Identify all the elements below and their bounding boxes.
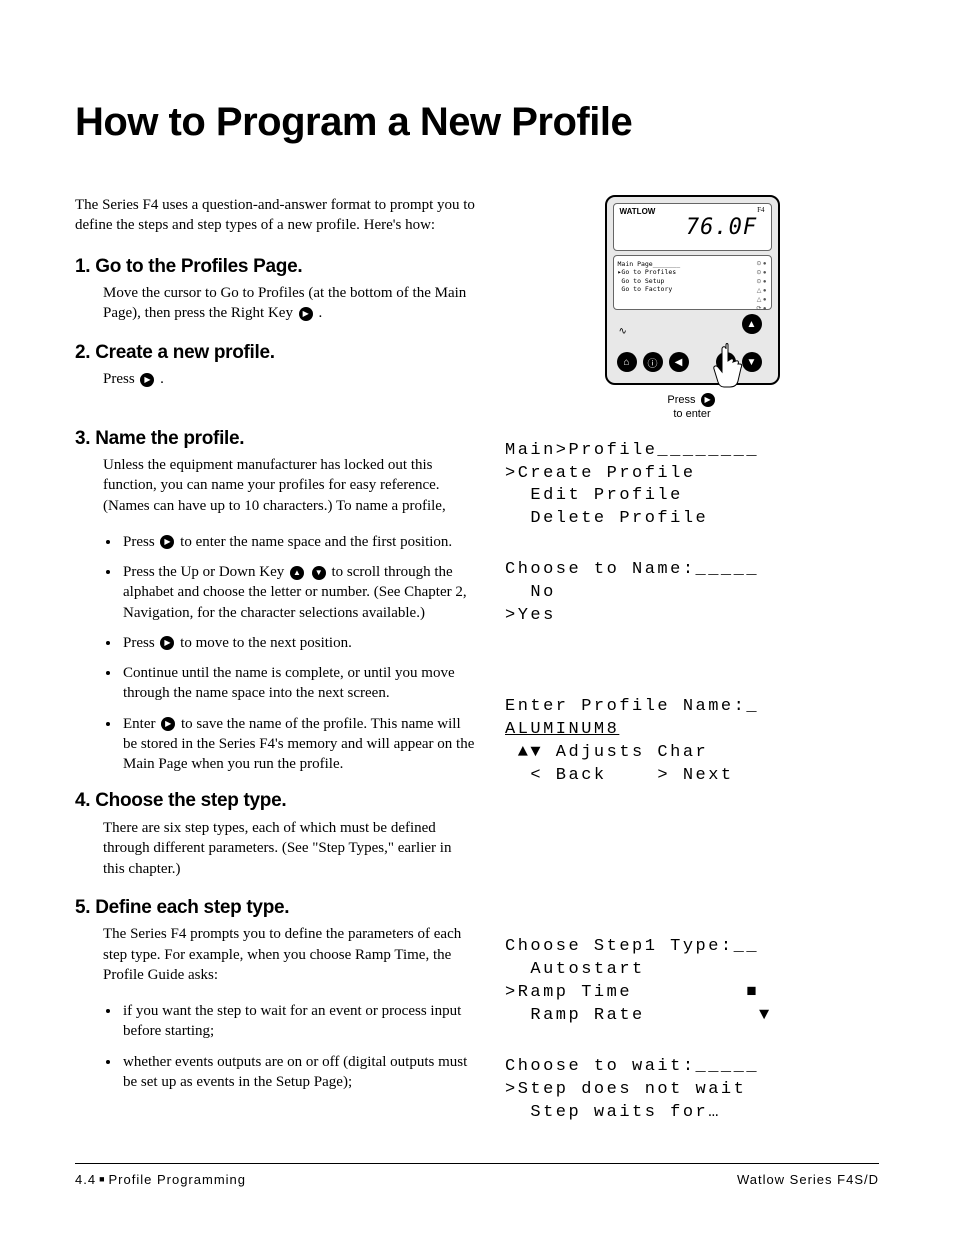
device-brand: WATLOW — [620, 207, 656, 216]
footer-right: Watlow Series F4S/D — [737, 1172, 879, 1187]
lcd-screen-2: Choose to Name:_____ No >Yes — [505, 559, 879, 628]
section-4-body: There are six step types, each of which … — [103, 818, 475, 879]
right-key-icon: ▶ — [701, 393, 715, 407]
section-3-body: Unless the equipment manufacturer has lo… — [103, 455, 475, 516]
section-5-bullets: if you want the step to wait for an even… — [121, 1001, 475, 1092]
device-side-indicators: ⊙ ●⊙ ●⊙ ●△ ●△ ●⟳ ● — [745, 260, 767, 305]
section-2-body: Press ▶ . — [103, 369, 475, 389]
lcd-screen-1: Main>Profile________ >Create Profile Edi… — [505, 440, 879, 532]
down-key-icon: ▼ — [312, 566, 326, 580]
section-3-heading: 3. Name the profile. — [75, 426, 475, 452]
right-column: WATLOW 76.0F F4 Main Page_______ ▸Go to … — [505, 195, 879, 1152]
section-1-heading: 1. Go to the Profiles Page. — [75, 254, 475, 280]
home-button-icon: ⌂ — [617, 352, 637, 372]
right-key-icon: ▶ — [161, 717, 175, 731]
up-key-icon: ▲ — [290, 566, 304, 580]
footer-left: 4.4■Profile Programming — [75, 1172, 246, 1187]
hand-pointer-icon — [708, 341, 748, 391]
right-key-icon: ▶ — [160, 636, 174, 650]
device-caption: Press ▶ to enter — [587, 393, 797, 422]
up-button-icon: ▲ — [742, 314, 762, 334]
info-button-icon: ⓘ — [643, 352, 663, 372]
lcd-screen-3: Enter Profile Name:_ ALUMINUM8 ▲▼ Adjust… — [505, 696, 879, 788]
section-3-bullets: Press ▶ to enter the name space and the … — [121, 532, 475, 775]
section-4-heading: 4. Choose the step type. — [75, 788, 475, 814]
section-1-body: Move the cursor to Go to Profiles (at th… — [103, 283, 475, 324]
left-button-icon: ◀ — [669, 352, 689, 372]
right-key-icon: ▶ — [140, 373, 154, 387]
section-5-body: The Series F4 prompts you to define the … — [103, 924, 475, 985]
lcd-screen-4: Choose Step1 Type:__ Autostart >Ramp Tim… — [505, 936, 879, 1028]
left-column: The Series F4 uses a question-and-answer… — [75, 195, 475, 1152]
right-key-icon: ▶ — [160, 535, 174, 549]
device-temp-display: 76.0F — [655, 215, 757, 240]
device-menu: Main Page_______ ▸Go to Profiles Go to S… — [618, 260, 741, 305]
intro-text: The Series F4 uses a question-and-answer… — [75, 195, 475, 236]
page-footer: 4.4■Profile Programming Watlow Series F4… — [75, 1163, 879, 1187]
section-5-heading: 5. Define each step type. — [75, 895, 475, 921]
section-2-heading: 2. Create a new profile. — [75, 340, 475, 366]
lcd-screen-5: Choose to wait:_____ >Step does not wait… — [505, 1056, 879, 1125]
page-title: How to Program a New Profile — [75, 100, 879, 145]
device-illustration: WATLOW 76.0F F4 Main Page_______ ▸Go to … — [587, 195, 797, 422]
right-key-icon: ▶ — [299, 307, 313, 321]
device-model: F4 — [757, 206, 764, 214]
profile-icon: ∿ — [619, 326, 627, 337]
